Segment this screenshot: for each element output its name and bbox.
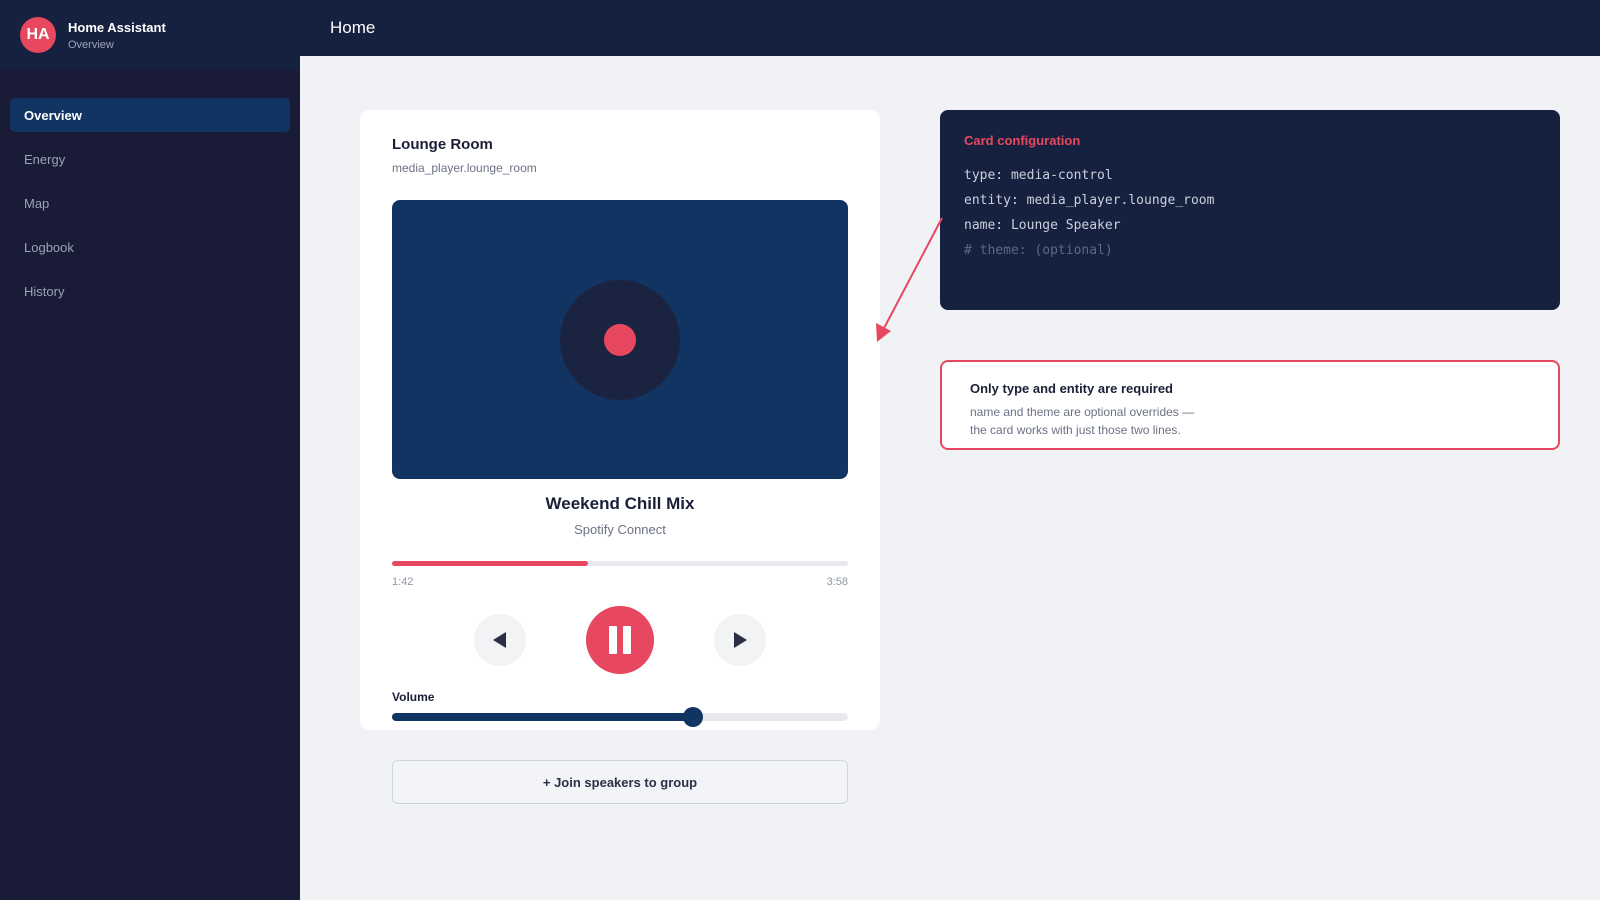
previous-track-button[interactable]: [474, 614, 526, 666]
next-track-icon: [734, 632, 747, 648]
note-line: name and theme are optional overrides —: [970, 405, 1195, 419]
sidebar-item-logbook[interactable]: Logbook: [10, 230, 290, 264]
playback-progress-bar[interactable]: [392, 561, 848, 566]
sidebar-item-energy[interactable]: Energy: [10, 142, 290, 176]
previous-track-icon: [493, 632, 506, 648]
card-entity-id: media_player.lounge_room: [392, 161, 537, 175]
config-line-name: name: Lounge Speaker: [964, 218, 1121, 233]
track-title: Weekend Chill Mix: [545, 494, 695, 513]
sidebar-item-map[interactable]: Map: [10, 186, 290, 220]
play-pause-button[interactable]: [586, 606, 654, 674]
config-line-theme-comment: # theme: (optional): [964, 243, 1113, 258]
sidebar: HA Home Assistant Overview Overview Ener…: [0, 0, 300, 900]
card-config-panel: Card configuration type: media-control e…: [940, 110, 1560, 310]
sidebar-nav: Overview Energy Map Logbook History: [0, 70, 300, 308]
join-speakers-button[interactable]: + Join speakers to group: [392, 760, 848, 804]
disc-center: [604, 324, 636, 356]
elapsed-time: 1:42: [392, 576, 414, 588]
sidebar-item-history[interactable]: History: [10, 274, 290, 308]
pause-icon: [609, 626, 631, 654]
note-title: Only type and entity are required: [970, 381, 1173, 396]
page-title: Home: [330, 18, 376, 37]
volume-slider[interactable]: [392, 707, 848, 727]
album-artwork: [392, 200, 848, 479]
callout-arrow: [876, 217, 943, 342]
config-line-entity: entity: media_player.lounge_room: [964, 193, 1215, 208]
volume-slider-handle[interactable]: [682, 707, 703, 727]
card-title: Lounge Room: [392, 136, 493, 153]
track-source: Spotify Connect: [574, 522, 666, 537]
note-line: the card works with just those two lines…: [970, 423, 1181, 437]
brand-text: Home Assistant Overview: [68, 20, 166, 51]
next-track-button[interactable]: [714, 614, 766, 666]
disc-icon: [560, 280, 680, 400]
volume-slider-fill: [392, 713, 693, 721]
brand-header: HA Home Assistant Overview: [0, 0, 300, 70]
total-duration: 3:58: [826, 576, 848, 588]
brand-subtitle: Overview: [68, 38, 114, 51]
volume-label: Volume: [392, 690, 435, 704]
config-line-type: type: media-control: [964, 168, 1113, 183]
config-title: Card configuration: [964, 133, 1081, 148]
playback-progress-fill: [392, 561, 589, 566]
brand-avatar: HA: [20, 17, 56, 53]
media-control-card: Lounge Room media_player.lounge_room Wee…: [360, 110, 880, 730]
top-bar: Home: [300, 0, 1600, 56]
brand-title: Home Assistant: [68, 19, 166, 35]
sidebar-item-overview[interactable]: Overview: [10, 98, 290, 132]
required-fields-note: Only type and entity are required name a…: [940, 360, 1560, 450]
